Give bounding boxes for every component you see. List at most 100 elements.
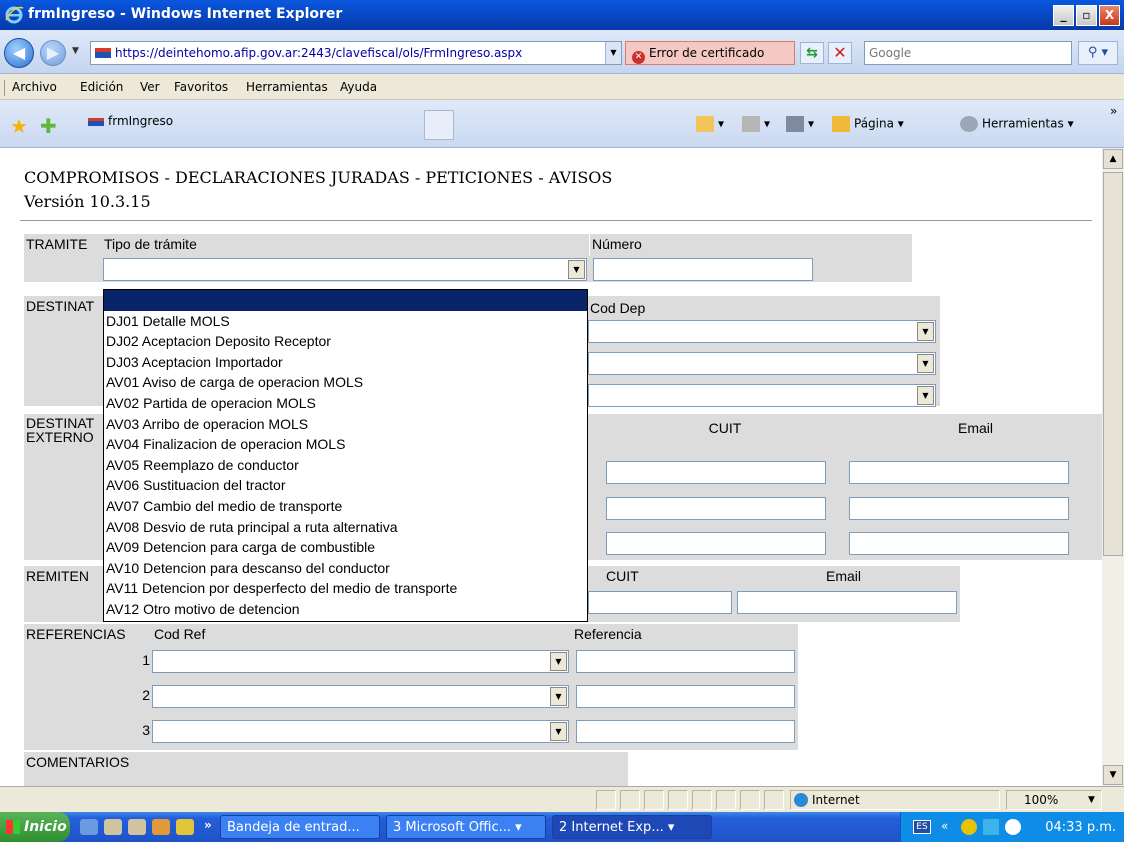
dropdown-option[interactable]: AV02 Partida de operacion MOLS	[104, 393, 587, 414]
dropdown-option[interactable]: DJ01 Detalle MOLS	[104, 311, 587, 332]
quicklaunch-app-icon[interactable]	[128, 819, 146, 835]
quicklaunch-app-icon[interactable]	[176, 819, 194, 835]
taskbar-item-bandeja[interactable]: Bandeja de entrad...	[220, 815, 380, 839]
menu-ver[interactable]: Ver	[140, 80, 160, 94]
chevron-down-icon[interactable]: ▼	[550, 652, 567, 671]
referencia-input-3[interactable]	[576, 720, 795, 743]
cod-dep-select-3[interactable]: ▼	[588, 384, 936, 407]
dropdown-option[interactable]: AV09 Detencion para carga de combustible	[104, 537, 587, 558]
cod-ref-select-3[interactable]: ▼	[152, 720, 569, 743]
dropdown-option[interactable]	[104, 290, 587, 311]
cod-dep-select-1[interactable]: ▼	[588, 320, 936, 343]
numero-input[interactable]	[593, 258, 813, 281]
quicklaunch-app-icon[interactable]	[152, 819, 170, 835]
scroll-down-icon[interactable]: ▼	[1103, 765, 1123, 785]
maximize-button[interactable]: ▫	[1076, 5, 1097, 26]
referencia-input-2[interactable]	[576, 685, 795, 708]
dropdown-option[interactable]: AV11 Detencion por desperfecto del medio…	[104, 578, 587, 599]
toolbar-grip[interactable]	[4, 80, 6, 96]
home-button[interactable]: ▾	[696, 116, 724, 132]
certificate-error-label: Error de certificado	[649, 46, 765, 60]
refresh-button[interactable]: ⇆	[800, 42, 824, 64]
ext-email-input-1[interactable]	[849, 461, 1069, 484]
cod-ref-select-2[interactable]: ▼	[152, 685, 569, 708]
quicklaunch-more-icon[interactable]: »	[204, 818, 212, 832]
forward-button[interactable]: ▶	[40, 40, 66, 66]
tools-menu-button[interactable]: Herramientas ▾	[960, 116, 1074, 132]
address-url[interactable]: https://deintehomo.afip.gov.ar:2443/clav…	[115, 46, 522, 60]
status-pane	[716, 790, 736, 810]
tipo-tramite-dropdown-list[interactable]: DJ01 Detalle MOLS DJ02 Aceptacion Deposi…	[103, 289, 588, 622]
zoom-dropdown-icon[interactable]: ▼	[1088, 795, 1095, 805]
start-button[interactable]: Inicio	[0, 812, 70, 842]
tray-app-icon[interactable]	[961, 819, 977, 835]
ext-email-input-2[interactable]	[849, 497, 1069, 520]
page-menu-button[interactable]: Página ▾	[832, 116, 904, 132]
dropdown-option[interactable]: AV10 Detencion para descanso del conduct…	[104, 558, 587, 579]
certificate-error-button[interactable]: ✕ Error de certificado	[625, 41, 795, 65]
language-indicator[interactable]: ES	[913, 820, 931, 834]
taskbar-item-ie[interactable]: 2 Internet Exp... ▾	[552, 815, 712, 839]
search-input[interactable]: Google	[864, 41, 1072, 65]
vertical-scrollbar[interactable]: ▲ ▼	[1102, 148, 1124, 786]
tray-messenger-icon[interactable]	[1005, 819, 1021, 835]
chevron-down-icon[interactable]: ▼	[917, 386, 934, 405]
ext-cuit-input-2[interactable]	[606, 497, 826, 520]
dropdown-option[interactable]: AV12 Otro motivo de detencion	[104, 599, 587, 620]
stop-button[interactable]: ✕	[828, 42, 852, 64]
scroll-up-icon[interactable]: ▲	[1103, 149, 1123, 169]
chevron-down-icon[interactable]: ▼	[917, 322, 934, 341]
cod-ref-select-1[interactable]: ▼	[152, 650, 569, 673]
address-dropdown-icon[interactable]: ▼	[605, 42, 621, 64]
scroll-thumb[interactable]	[1103, 172, 1123, 556]
dropdown-option[interactable]: AV08 Desvio de ruta principal a ruta alt…	[104, 517, 587, 538]
add-favorites-icon[interactable]: ✚	[40, 114, 57, 138]
new-tab-button[interactable]	[424, 110, 454, 140]
zoom-level[interactable]: 100%	[1024, 793, 1058, 807]
dropdown-option[interactable]: AV04 Finalizacion de operacion MOLS	[104, 434, 587, 455]
dropdown-option[interactable]: AV03 Arribo de operacion MOLS	[104, 414, 587, 435]
dropdown-option[interactable]: AV07 Cambio del medio de transporte	[104, 496, 587, 517]
back-button[interactable]: ◀	[4, 38, 34, 68]
chevron-down-icon[interactable]: ▼	[550, 687, 567, 706]
dropdown-option[interactable]: AV01 Aviso de carga de operacion MOLS	[104, 372, 587, 393]
taskbar-item-office[interactable]: 3 Microsoft Offic... ▾	[386, 815, 546, 839]
tray-expand-icon[interactable]: «	[941, 819, 948, 833]
print-button[interactable]: ▾	[786, 116, 814, 132]
network-icon[interactable]	[983, 819, 999, 835]
tipo-tramite-select[interactable]: ▼	[103, 258, 587, 281]
rem-cuit-input[interactable]	[588, 591, 732, 614]
chevron-down-icon[interactable]: ▼	[550, 722, 567, 741]
ext-email-input-3[interactable]	[849, 532, 1069, 555]
header-divider	[20, 220, 1092, 221]
minimize-button[interactable]: _	[1053, 5, 1074, 26]
favorites-star-icon[interactable]: ★	[10, 114, 28, 138]
dropdown-option[interactable]: AV05 Reemplazo de conductor	[104, 455, 587, 476]
referencia-input-1[interactable]	[576, 650, 795, 673]
quicklaunch-ie-icon[interactable]	[80, 819, 98, 835]
more-toolbar-icon[interactable]: »	[1110, 104, 1117, 118]
close-button[interactable]: X	[1099, 5, 1120, 26]
feeds-button[interactable]: ▾	[742, 116, 770, 132]
menu-herramientas[interactable]: Herramientas	[246, 80, 328, 94]
chevron-down-icon[interactable]: ▼	[568, 260, 585, 279]
window-title-bar[interactable]: frmIngreso - Windows Internet Explorer _…	[0, 0, 1124, 30]
search-button[interactable]: ⚲ ▾	[1078, 41, 1118, 65]
menu-ayuda[interactable]: Ayuda	[340, 80, 377, 94]
address-bar[interactable]: https://deintehomo.afip.gov.ar:2443/clav…	[90, 41, 622, 65]
recent-pages-dropdown-icon[interactable]: ▼	[72, 46, 79, 56]
menu-archivo[interactable]: Archivo	[12, 80, 57, 94]
rem-email-header: Email	[824, 566, 960, 588]
dropdown-option[interactable]: AV06 Sustituacion del tractor	[104, 475, 587, 496]
ext-cuit-input-1[interactable]	[606, 461, 826, 484]
menu-edicion[interactable]: Edición	[80, 80, 123, 94]
cod-dep-select-2[interactable]: ▼	[588, 352, 936, 375]
dropdown-option[interactable]: DJ02 Aceptacion Deposito Receptor	[104, 331, 587, 352]
browser-tab[interactable]: frmIngreso	[88, 114, 173, 138]
quicklaunch-app-icon[interactable]	[104, 819, 122, 835]
dropdown-option[interactable]: DJ03 Aceptacion Importador	[104, 352, 587, 373]
chevron-down-icon[interactable]: ▼	[917, 354, 934, 373]
ext-cuit-input-3[interactable]	[606, 532, 826, 555]
rem-email-input[interactable]	[737, 591, 957, 614]
menu-favoritos[interactable]: Favoritos	[174, 80, 228, 94]
